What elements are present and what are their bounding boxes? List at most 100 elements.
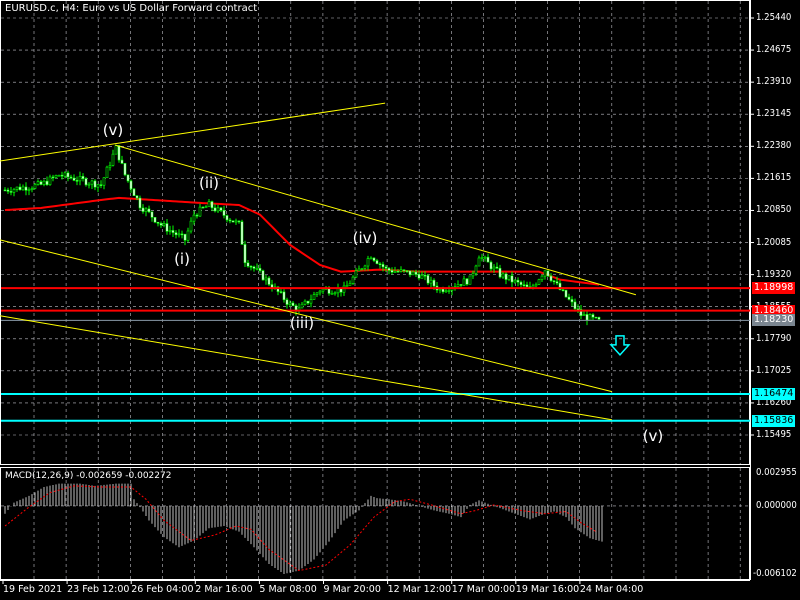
candle-body — [495, 266, 499, 269]
candle-body — [423, 274, 427, 277]
candle-body — [483, 256, 487, 259]
candle-body — [279, 291, 283, 293]
candle — [354, 267, 358, 278]
candle-body — [27, 189, 31, 191]
candle-body — [465, 278, 469, 285]
candle — [480, 253, 484, 262]
candle — [231, 220, 235, 223]
candle — [507, 275, 511, 282]
candle-body — [516, 279, 520, 283]
candle — [426, 273, 430, 286]
candle-body — [12, 189, 16, 193]
candle-body — [93, 180, 97, 188]
candle-body — [573, 301, 577, 310]
candle-body — [555, 281, 559, 284]
candle — [240, 219, 244, 245]
candle-body — [150, 211, 154, 218]
candle-body — [318, 290, 322, 294]
candle — [534, 282, 538, 288]
candle-body — [33, 184, 37, 189]
candle-body — [432, 279, 436, 287]
candle — [177, 229, 181, 238]
candle — [129, 179, 133, 193]
candle — [483, 255, 487, 262]
candle — [369, 256, 373, 260]
candle-body — [264, 277, 268, 281]
candle — [357, 265, 361, 272]
candle — [504, 272, 508, 285]
candle-body — [180, 233, 184, 236]
candle — [309, 294, 313, 308]
candle — [42, 179, 46, 187]
candle — [66, 170, 70, 182]
candle-body — [108, 165, 112, 168]
candle — [570, 295, 574, 307]
candle — [147, 205, 151, 214]
candle-body — [261, 270, 265, 281]
candle — [75, 176, 79, 186]
candle — [105, 165, 109, 179]
candle — [144, 207, 148, 217]
candle — [120, 155, 124, 165]
candle — [195, 213, 199, 219]
candle-body — [174, 232, 178, 236]
candle-body — [321, 288, 325, 292]
price-axis-label: 1.20850 — [756, 204, 792, 216]
candle — [222, 205, 226, 219]
candle-body — [399, 269, 403, 272]
candle-body — [414, 271, 418, 275]
candle — [123, 163, 127, 177]
candle — [72, 174, 76, 182]
candle-body — [486, 256, 490, 263]
candle-body — [315, 292, 319, 295]
candle — [270, 279, 274, 292]
candle — [186, 227, 190, 243]
candle — [78, 171, 82, 186]
candle — [291, 301, 295, 307]
candle-body — [459, 284, 463, 286]
candle-body — [492, 266, 496, 270]
candle — [552, 280, 556, 285]
candle — [462, 275, 466, 286]
candle — [345, 280, 349, 287]
candle — [96, 184, 100, 193]
trendline — [0, 102, 386, 162]
candle-body — [228, 219, 232, 222]
candle — [48, 174, 52, 186]
candle-body — [393, 270, 397, 273]
candle — [588, 313, 592, 321]
candle-body — [207, 201, 211, 208]
price-axis-label: 1.25440 — [756, 12, 792, 23]
candle-body — [591, 314, 595, 318]
candle-body — [255, 267, 259, 270]
candle-body — [408, 270, 412, 276]
candle — [45, 176, 49, 186]
candle-body — [282, 291, 286, 301]
candle — [54, 174, 58, 179]
candle-body — [192, 214, 196, 222]
candle — [171, 225, 175, 238]
candle — [495, 262, 499, 270]
candle — [564, 289, 568, 298]
candle — [249, 265, 253, 271]
candle — [318, 289, 322, 296]
time-axis-label: 23 Feb 12:00 — [67, 584, 130, 595]
price-axis-label: 1.24675 — [756, 44, 792, 56]
candle-body — [597, 316, 601, 320]
candle-body — [372, 257, 376, 261]
candle — [261, 269, 265, 281]
chart-canvas[interactable] — [0, 0, 800, 600]
candle-body — [411, 271, 415, 276]
price-axis-label: 1.20085 — [756, 236, 792, 248]
candle-body — [369, 257, 373, 260]
candle-body — [111, 153, 115, 166]
candle — [39, 179, 43, 186]
candle-body — [501, 273, 505, 278]
candle-body — [378, 263, 382, 266]
candle — [264, 274, 268, 285]
candle-body — [51, 176, 55, 179]
candle-body — [87, 183, 91, 186]
candle — [141, 204, 145, 214]
candle — [282, 289, 286, 303]
candle-body — [441, 288, 445, 293]
